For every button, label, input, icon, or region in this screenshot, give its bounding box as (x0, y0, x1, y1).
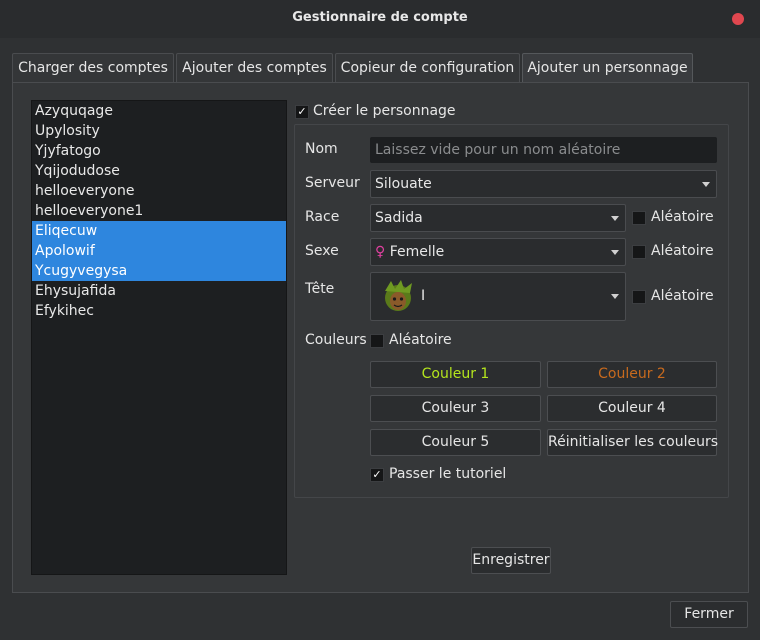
colors-random-label: Aléatoire (389, 332, 452, 348)
head-avatar-icon (385, 280, 412, 311)
chevron-down-icon (611, 250, 619, 255)
reset-colors-button[interactable]: Réinitialiser les couleurs (547, 429, 718, 456)
name-label: Nom (305, 141, 338, 157)
account-list-item[interactable]: Ehysujafida (32, 281, 286, 301)
color-3-button[interactable]: Couleur 3 (370, 395, 541, 422)
tab-add-character[interactable]: Ajouter un personnage (522, 53, 693, 83)
female-icon: ♀ (375, 244, 386, 260)
create-character-checkbox[interactable]: ✓ (295, 105, 309, 119)
color-4-button[interactable]: Couleur 4 (547, 395, 717, 422)
sex-select[interactable]: ♀ Femelle (370, 238, 626, 266)
account-list-item[interactable]: Yqijodudose (32, 161, 286, 181)
account-list-item[interactable]: Ycugyvegysa (32, 261, 286, 281)
color-1-button[interactable]: Couleur 1 (370, 361, 541, 388)
account-list-item[interactable]: Yjyfatogo (32, 141, 286, 161)
account-list-item[interactable]: Apolowif (32, 241, 286, 261)
tab-load-accounts[interactable]: Charger des comptes (12, 53, 174, 83)
skip-tutorial-label: Passer le tutoriel (389, 466, 507, 482)
head-select[interactable]: I (370, 272, 626, 321)
close-button[interactable]: Fermer (670, 601, 748, 628)
account-list[interactable]: Azyquqage Upylosity Yjyfatogo Yqijodudose he… (31, 100, 287, 575)
color-2-button[interactable]: Couleur 2 (547, 361, 717, 388)
head-label: Tête (305, 281, 335, 297)
close-window-icon[interactable] (732, 13, 744, 25)
race-random-label: Aléatoire (651, 209, 714, 225)
account-list-item[interactable]: helloeveryone (32, 181, 286, 201)
race-select[interactable]: Sadida (370, 204, 626, 232)
account-list-item[interactable]: helloeveryone1 (32, 201, 286, 221)
colors-random-checkbox[interactable] (370, 334, 384, 348)
tab-add-accounts[interactable]: Ajouter des comptes (176, 53, 333, 83)
server-select[interactable]: Silouate (370, 170, 717, 198)
color-5-button[interactable]: Couleur 5 (370, 429, 541, 456)
colors-label: Couleurs (305, 332, 367, 348)
window-title: Gestionnaire de compte (292, 10, 468, 25)
sex-value: Femelle (389, 244, 445, 260)
chevron-down-icon (611, 294, 619, 299)
chevron-down-icon (702, 182, 710, 187)
server-value: Silouate (375, 176, 432, 192)
account-list-item[interactable]: Efykihec (32, 301, 286, 321)
title-bar: Gestionnaire de compte (0, 0, 760, 38)
sex-random-checkbox[interactable] (632, 245, 646, 259)
save-button[interactable]: Enregistrer (471, 547, 551, 574)
sex-random-label: Aléatoire (651, 243, 714, 259)
tab-config-copier[interactable]: Copieur de configuration (335, 53, 520, 83)
skip-tutorial-checkbox[interactable]: ✓ (370, 468, 384, 482)
account-list-item[interactable]: Azyquqage (32, 101, 286, 121)
server-label: Serveur (305, 175, 360, 191)
head-random-label: Aléatoire (651, 288, 714, 304)
name-input[interactable]: Laissez vide pour un nom aléatoire (370, 137, 717, 163)
race-random-checkbox[interactable] (632, 211, 646, 225)
head-random-checkbox[interactable] (632, 290, 646, 304)
chevron-down-icon (611, 216, 619, 221)
account-list-item[interactable]: Upylosity (32, 121, 286, 141)
race-value: Sadida (375, 210, 423, 226)
head-value: I (421, 288, 426, 304)
create-character-label: Créer le personnage (313, 103, 456, 119)
race-label: Race (305, 209, 340, 225)
sex-label: Sexe (305, 243, 339, 259)
account-list-item[interactable]: Eliqecuw (32, 221, 286, 241)
